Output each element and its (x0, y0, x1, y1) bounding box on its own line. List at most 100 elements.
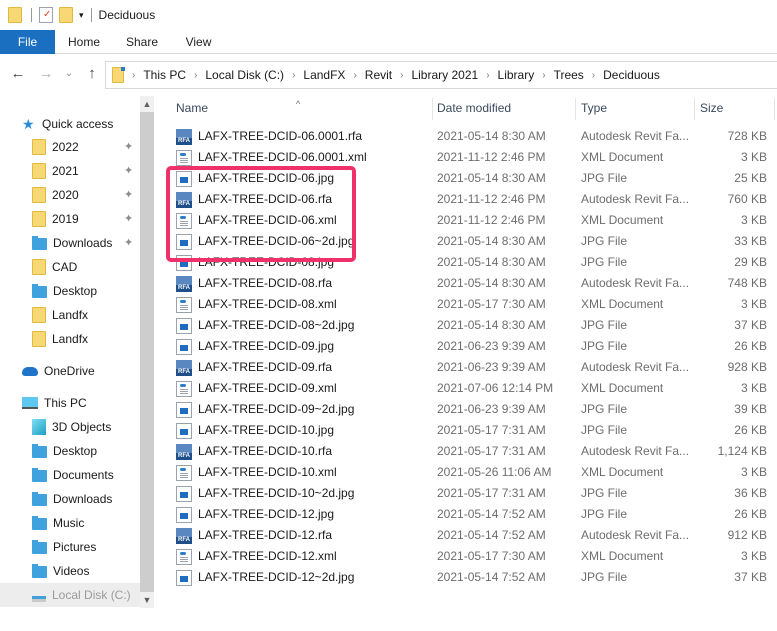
breadcrumb-separator[interactable]: › (292, 70, 295, 81)
file-name-cell[interactable]: LAFX-TREE-DCID-06.jpg (176, 168, 334, 189)
sidebar-item-pictures[interactable]: Pictures (0, 535, 140, 559)
sidebar-item-quick-access[interactable]: ★ Quick access (0, 112, 140, 136)
breadcrumb-library[interactable]: Library (498, 68, 535, 82)
navigation-pane-scrollbar[interactable]: ▲ ▼ (140, 96, 154, 608)
file-row[interactable]: LAFX-TREE-DCID-06.0001.xml 2021-11-12 2:4… (160, 147, 777, 168)
pin-icon[interactable]: ✦ (124, 236, 133, 249)
tab-view[interactable]: View (171, 30, 226, 54)
file-row[interactable]: LAFX-TREE-DCID-06.xml 2021-11-12 2:46 PM X… (160, 210, 777, 231)
tab-file[interactable]: File (0, 30, 55, 54)
file-row[interactable]: RFA LAFX-TREE-DCID-06.rfa 2021-11-12 2:46 … (160, 189, 777, 210)
sidebar-item-landfx[interactable]: Landfx (0, 327, 140, 351)
file-row[interactable]: LAFX-TREE-DCID-08.jpg 2021-05-14 8:30 AM J… (160, 252, 777, 273)
sidebar-item-cad[interactable]: CAD (0, 255, 140, 279)
file-name-cell[interactable]: LAFX-TREE-DCID-08.jpg (176, 252, 334, 273)
breadcrumb-separator[interactable]: › (194, 70, 197, 81)
breadcrumb-separator[interactable]: › (542, 70, 545, 81)
file-name-cell[interactable]: LAFX-TREE-DCID-12~2d.jpg (176, 567, 354, 588)
recent-locations-chevron-icon[interactable]: ⌄ (60, 65, 78, 83)
column-divider[interactable] (774, 98, 775, 120)
pin-icon[interactable]: ✦ (124, 212, 133, 225)
forward-arrow-icon[interactable]: → (37, 65, 55, 83)
sidebar-item-3d-objects[interactable]: 3D Objects (0, 415, 140, 439)
address-bar[interactable]: › This PC › Local Disk (C:) › LandFX › R… (105, 61, 777, 89)
customize-dropdown-icon[interactable]: ▾ (79, 10, 84, 21)
file-row[interactable]: LAFX-TREE-DCID-12.xml 2021-05-17 7:30 AM X… (160, 546, 777, 567)
sidebar-item-2020[interactable]: 2020 ✦ (0, 183, 140, 207)
breadcrumb-separator[interactable]: › (353, 70, 356, 81)
file-row[interactable]: RFA LAFX-TREE-DCID-09.rfa 2021-06-23 9:39 … (160, 357, 777, 378)
sidebar-item-2019[interactable]: 2019 ✦ (0, 207, 140, 231)
file-name-cell[interactable]: LAFX-TREE-DCID-09.jpg (176, 336, 334, 357)
breadcrumb-separator[interactable]: › (486, 70, 489, 81)
sidebar-item-landfx[interactable]: Landfx (0, 303, 140, 327)
breadcrumb-revit[interactable]: Revit (365, 68, 392, 82)
column-header-date-modified[interactable]: Date modified (421, 96, 566, 120)
file-name-cell[interactable]: LAFX-TREE-DCID-09~2d.jpg (176, 399, 354, 420)
breadcrumb-local-disk[interactable]: Local Disk (C:) (205, 68, 284, 82)
column-header-name[interactable]: Name ^ (160, 96, 432, 120)
file-row[interactable]: LAFX-TREE-DCID-08~2d.jpg 2021-05-14 8:30 … (160, 315, 777, 336)
file-row[interactable]: LAFX-TREE-DCID-09~2d.jpg 2021-06-23 9:39 … (160, 399, 777, 420)
file-name-cell[interactable]: LAFX-TREE-DCID-12.jpg (176, 504, 334, 525)
breadcrumb-library-2021[interactable]: Library 2021 (411, 68, 478, 82)
sidebar-item-documents[interactable]: Documents (0, 463, 140, 487)
file-name-cell[interactable]: LAFX-TREE-DCID-10~2d.jpg (176, 483, 354, 504)
file-row[interactable]: LAFX-TREE-DCID-06~2d.jpg 2021-05-14 8:30 … (160, 231, 777, 252)
checkmark-document-icon[interactable]: ✓ (39, 7, 53, 23)
scrollbar-thumb[interactable] (140, 112, 154, 592)
file-name-cell[interactable]: LAFX-TREE-DCID-10.jpg (176, 420, 334, 441)
sidebar-item-videos[interactable]: Videos (0, 559, 140, 583)
file-row[interactable]: RFA LAFX-TREE-DCID-12.rfa 2021-05-14 7:52 … (160, 525, 777, 546)
pin-icon[interactable]: ✦ (124, 164, 133, 177)
file-row[interactable]: LAFX-TREE-DCID-12.jpg 2021-05-14 7:52 AM J… (160, 504, 777, 525)
sidebar-item-2021[interactable]: 2021 ✦ (0, 159, 140, 183)
sidebar-item-downloads[interactable]: Downloads ✦ (0, 231, 140, 255)
scroll-down-arrow-icon[interactable]: ▼ (140, 592, 154, 608)
file-name-cell[interactable]: LAFX-TREE-DCID-06.0001.xml (176, 147, 367, 168)
file-row[interactable]: LAFX-TREE-DCID-08.xml 2021-05-17 7:30 AM X… (160, 294, 777, 315)
file-name-cell[interactable]: RFA LAFX-TREE-DCID-06.0001.rfa (176, 126, 362, 147)
file-row[interactable]: LAFX-TREE-DCID-09.jpg 2021-06-23 9:39 AM J… (160, 336, 777, 357)
file-row[interactable]: LAFX-TREE-DCID-09.xml 2021-07-06 12:14 PM… (160, 378, 777, 399)
file-name-cell[interactable]: LAFX-TREE-DCID-06.xml (176, 210, 337, 231)
file-name-cell[interactable]: RFA LAFX-TREE-DCID-06.rfa (176, 189, 332, 210)
file-row[interactable]: RFA LAFX-TREE-DCID-06.0001.rfa 2021-05-14 … (160, 126, 777, 147)
breadcrumb-landfx[interactable]: LandFX (303, 68, 345, 82)
file-row[interactable]: RFA LAFX-TREE-DCID-10.rfa 2021-05-17 7:31 … (160, 441, 777, 462)
column-header-type[interactable]: Type (565, 96, 685, 120)
sidebar-item-music[interactable]: Music (0, 511, 140, 535)
file-row[interactable]: LAFX-TREE-DCID-10.jpg 2021-05-17 7:31 AM J… (160, 420, 777, 441)
sidebar-item-this-pc[interactable]: This PC (0, 391, 140, 415)
sidebar-item-2022[interactable]: 2022 ✦ (0, 135, 140, 159)
scroll-up-arrow-icon[interactable]: ▲ (140, 96, 154, 112)
folder-properties-icon[interactable] (8, 7, 22, 23)
file-name-cell[interactable]: LAFX-TREE-DCID-10.xml (176, 462, 337, 483)
file-name-cell[interactable]: RFA LAFX-TREE-DCID-09.rfa (176, 357, 332, 378)
breadcrumb-separator[interactable]: › (400, 70, 403, 81)
file-name-cell[interactable]: LAFX-TREE-DCID-06~2d.jpg (176, 231, 354, 252)
breadcrumb-deciduous[interactable]: Deciduous (603, 68, 660, 82)
pin-icon[interactable]: ✦ (124, 140, 133, 153)
breadcrumb-separator[interactable]: › (592, 70, 595, 81)
sidebar-item-desktop[interactable]: Desktop (0, 279, 140, 303)
sidebar-item-downloads[interactable]: Downloads (0, 487, 140, 511)
column-header-size[interactable]: Size (684, 96, 764, 120)
up-arrow-icon[interactable]: ↑ (83, 65, 101, 83)
pin-icon[interactable]: ✦ (124, 188, 133, 201)
sidebar-item-local-disk-c[interactable]: Local Disk (C:) (0, 583, 140, 607)
breadcrumb-trees[interactable]: Trees (554, 68, 584, 82)
back-arrow-icon[interactable]: ← (9, 65, 27, 83)
file-name-cell[interactable]: LAFX-TREE-DCID-09.xml (176, 378, 337, 399)
file-name-cell[interactable]: LAFX-TREE-DCID-08~2d.jpg (176, 315, 354, 336)
tab-home[interactable]: Home (55, 30, 113, 54)
file-row[interactable]: LAFX-TREE-DCID-10~2d.jpg 2021-05-17 7:31 … (160, 483, 777, 504)
file-name-cell[interactable]: LAFX-TREE-DCID-08.xml (176, 294, 337, 315)
new-folder-icon[interactable] (59, 7, 73, 23)
file-name-cell[interactable]: RFA LAFX-TREE-DCID-10.rfa (176, 441, 332, 462)
file-row[interactable]: RFA LAFX-TREE-DCID-08.rfa 2021-05-14 8:30 … (160, 273, 777, 294)
file-row[interactable]: LAFX-TREE-DCID-12~2d.jpg 2021-05-14 7:52 … (160, 567, 777, 588)
file-name-cell[interactable]: LAFX-TREE-DCID-12.xml (176, 546, 337, 567)
tab-share[interactable]: Share (113, 30, 171, 54)
file-name-cell[interactable]: RFA LAFX-TREE-DCID-08.rfa (176, 273, 332, 294)
